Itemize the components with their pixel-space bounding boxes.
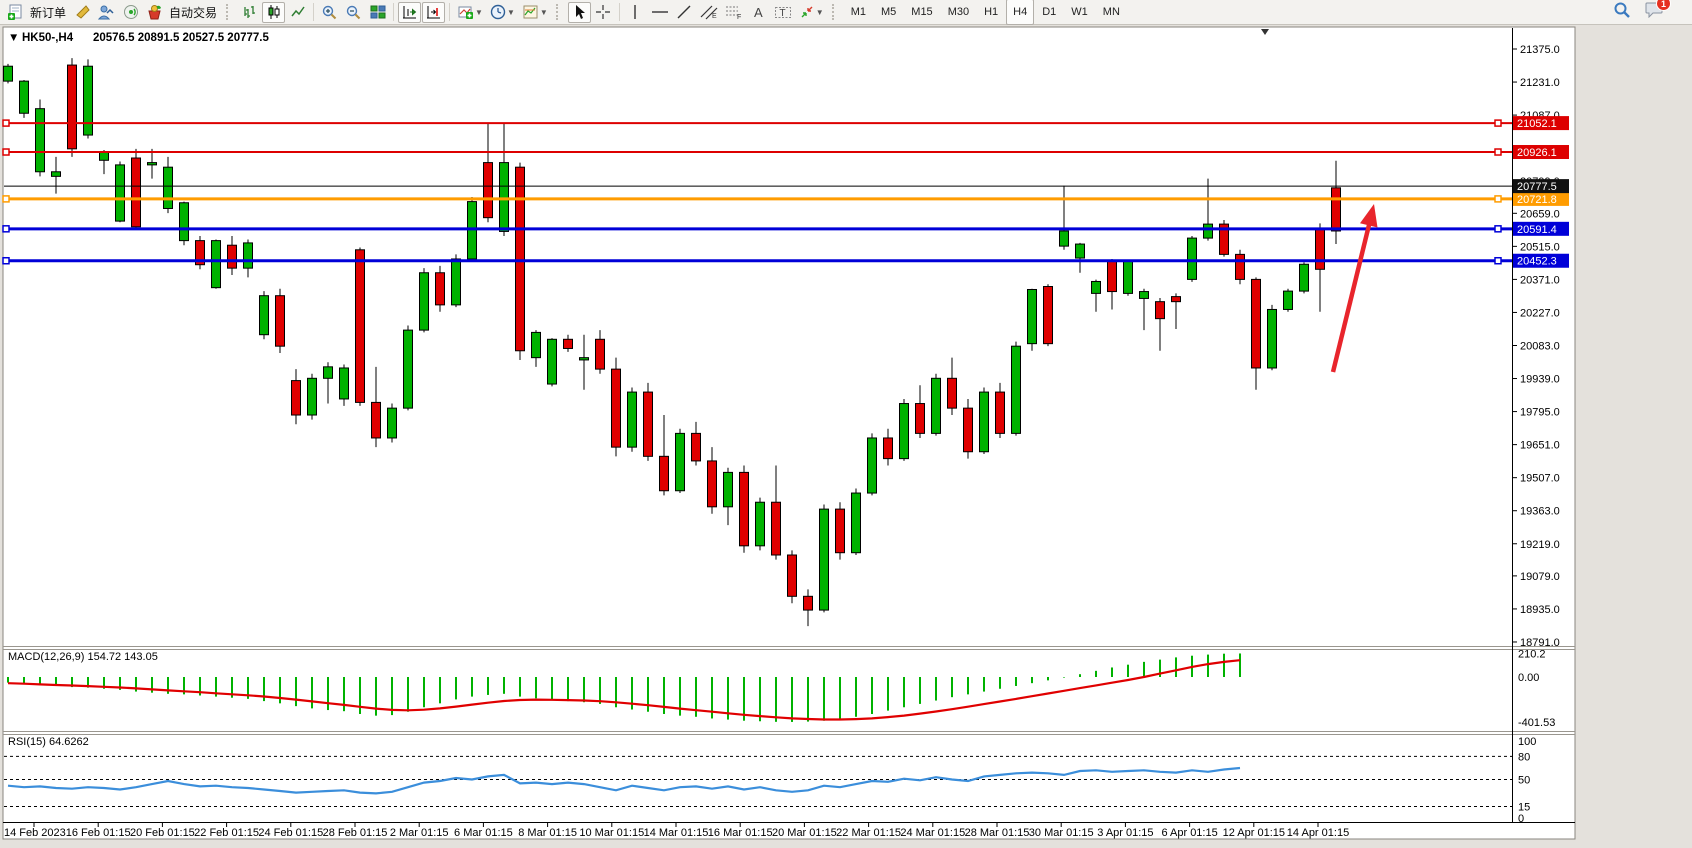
svg-text:20452.3: 20452.3 [1517, 256, 1557, 268]
svg-text:20227.0: 20227.0 [1520, 307, 1560, 319]
svg-text:19079.0: 19079.0 [1520, 571, 1560, 583]
svg-text:2 Mar 01:15: 2 Mar 01:15 [390, 827, 449, 839]
chart-title-symbol: HK50-,H4 [22, 32, 74, 44]
svg-text:20 Mar 01:15: 20 Mar 01:15 [772, 827, 837, 839]
svg-text:14 Feb 2023: 14 Feb 2023 [4, 827, 66, 839]
svg-text:16 Feb 01:15: 16 Feb 01:15 [66, 827, 131, 839]
svg-text:6 Apr 01:15: 6 Apr 01:15 [1161, 827, 1217, 839]
svg-text:22 Feb 01:15: 22 Feb 01:15 [194, 827, 259, 839]
chart-menu-triangle-icon[interactable]: ▼ [8, 32, 19, 44]
svg-text:20591.4: 20591.4 [1517, 224, 1557, 236]
svg-text:24 Mar 01:15: 24 Mar 01:15 [900, 827, 965, 839]
svg-text:10 Mar 01:15: 10 Mar 01:15 [579, 827, 644, 839]
svg-text:6 Mar 01:15: 6 Mar 01:15 [454, 827, 513, 839]
svg-text:15: 15 [1518, 801, 1530, 813]
svg-text:20 Feb 01:15: 20 Feb 01:15 [130, 827, 195, 839]
svg-text:19651.0: 19651.0 [1520, 440, 1560, 452]
svg-text:3 Apr 01:15: 3 Apr 01:15 [1097, 827, 1153, 839]
svg-text:19507.0: 19507.0 [1520, 473, 1560, 485]
svg-text:50: 50 [1518, 775, 1530, 787]
svg-text:16 Mar 01:15: 16 Mar 01:15 [708, 827, 773, 839]
svg-text:18935.0: 18935.0 [1520, 604, 1560, 616]
svg-text:19939.0: 19939.0 [1520, 374, 1560, 386]
svg-text:14 Apr 01:15: 14 Apr 01:15 [1287, 827, 1349, 839]
svg-text:24 Feb 01:15: 24 Feb 01:15 [258, 827, 323, 839]
rsi-label: RSI(15) 64.6262 [8, 736, 89, 748]
svg-text:20083.0: 20083.0 [1520, 340, 1560, 352]
chart-title-ohlc: 20576.5 20891.5 20527.5 20777.5 [93, 32, 269, 44]
svg-text:19363.0: 19363.0 [1520, 506, 1560, 518]
svg-text:20777.5: 20777.5 [1517, 181, 1557, 193]
svg-text:100: 100 [1518, 736, 1536, 748]
trading-terminal: 新订单 自动交易 [0, 0, 1692, 848]
svg-text:28 Feb 01:15: 28 Feb 01:15 [323, 827, 388, 839]
svg-text:210.2: 210.2 [1518, 648, 1546, 660]
svg-text:19219.0: 19219.0 [1520, 539, 1560, 551]
chart-window[interactable]: 21375.021231.021087.020799.020659.020515… [0, 0, 1692, 848]
svg-text:0: 0 [1518, 813, 1524, 825]
svg-text:28 Mar 01:15: 28 Mar 01:15 [965, 827, 1030, 839]
svg-text:30 Mar 01:15: 30 Mar 01:15 [1029, 827, 1094, 839]
svg-text:20926.1: 20926.1 [1517, 147, 1557, 159]
svg-text:18791.0: 18791.0 [1520, 637, 1560, 649]
svg-text:19795.0: 19795.0 [1520, 407, 1560, 419]
svg-text:-401.53: -401.53 [1518, 717, 1555, 729]
svg-text:20721.8: 20721.8 [1517, 194, 1557, 206]
svg-text:20659.0: 20659.0 [1520, 208, 1560, 220]
svg-text:20371.0: 20371.0 [1520, 274, 1560, 286]
svg-text:21375.0: 21375.0 [1520, 44, 1560, 56]
svg-text:80: 80 [1518, 751, 1530, 763]
svg-text:21052.1: 21052.1 [1517, 118, 1557, 130]
svg-text:14 Mar 01:15: 14 Mar 01:15 [644, 827, 709, 839]
svg-text:0.00: 0.00 [1518, 672, 1539, 684]
svg-text:8 Mar 01:15: 8 Mar 01:15 [518, 827, 577, 839]
svg-text:21231.0: 21231.0 [1520, 77, 1560, 89]
svg-text:22 Mar 01:15: 22 Mar 01:15 [836, 827, 901, 839]
macd-label: MACD(12,26,9) 154.72 143.05 [8, 651, 158, 663]
svg-text:20515.0: 20515.0 [1520, 241, 1560, 253]
svg-text:12 Apr 01:15: 12 Apr 01:15 [1223, 827, 1285, 839]
